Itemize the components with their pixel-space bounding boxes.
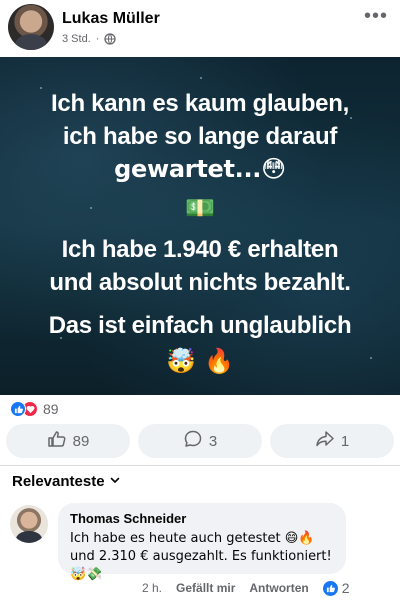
share-icon [315,429,335,453]
author-avatar[interactable] [8,4,54,50]
image-text-line: Das ist einfach unglaublich [48,312,352,339]
author-name[interactable]: Lukas Müller [62,10,160,28]
post-image[interactable]: Ich kann es kaum glauben, ich habe so la… [0,57,400,395]
image-text-line: gewartet...😳 [114,155,286,183]
comment-text: Ich habe es heute auch getestet 😄🔥 und 2… [70,531,332,582]
comment-time[interactable]: 2 h. [142,581,162,595]
comment-bubble: Thomas Schneider Ich habe es heute auch … [58,503,346,582]
image-text-line: Ich kann es kaum glauben, [51,90,349,117]
thumbs-up-icon [47,429,67,453]
like-button[interactable]: 89 [6,424,130,458]
comment-like-count: 2 [341,580,350,596]
comment-actions: 2 h. Gefällt mir Antworten 2 [142,580,350,596]
like-count: 89 [72,432,90,450]
share-button[interactable]: 1 [270,424,394,458]
comment-like-button[interactable]: Gefällt mir [176,581,235,595]
sort-label: Relevanteste [12,473,105,490]
comment-sort-dropdown[interactable]: Relevanteste [12,473,121,490]
image-text-line: und absolut nichts bezahlt. [49,269,351,296]
comment-reply-button[interactable]: Antworten [249,581,308,595]
image-text-line: Ich habe 1.940 € erhalten [61,236,339,263]
image-text-line: ich habe so lange darauf [62,123,338,150]
reaction-count: 89 [43,401,59,417]
like-reaction-icon [10,401,26,417]
globe-icon [104,33,117,45]
thumbs-up-icon [322,580,338,596]
money-emoji: 💵 [185,194,215,222]
chevron-down-icon [109,473,121,490]
comment-author[interactable]: Thomas Schneider [70,511,334,526]
reactions-summary[interactable]: 89 [10,401,59,417]
comment-count: 3 [208,432,218,450]
ellipsis-icon[interactable]: ••• [364,6,388,26]
comment-icon [183,429,203,453]
share-count: 1 [340,432,350,450]
divider [0,465,400,466]
post-header: Lukas Müller 3 Std. · ••• [0,0,400,60]
image-emoji-line: 🤯 🔥 [166,347,234,375]
comment-button[interactable]: 3 [138,424,262,458]
post-time[interactable]: 3 Std. [62,33,91,45]
post-meta: 3 Std. · [62,33,117,45]
commenter-avatar[interactable] [10,505,48,543]
